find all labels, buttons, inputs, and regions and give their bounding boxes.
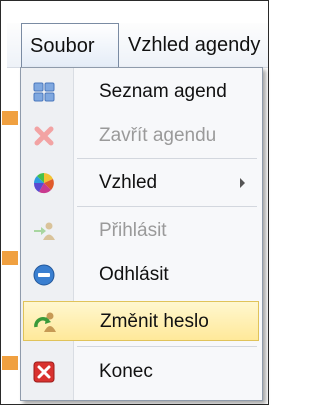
menu-item-label: Odhlásit (99, 264, 169, 285)
menu-item-vzhled[interactable]: Vzhled (23, 163, 259, 203)
grid-icon (33, 82, 55, 102)
menu-item-konec[interactable]: Konec (23, 352, 259, 392)
menu-item-label: Přihlásit (99, 220, 167, 241)
menu-item-label: Zavřít agendu (99, 125, 217, 146)
window-frame: Soubor Vzhled agendy Seznam agend Zavřít… (0, 0, 269, 405)
menu-item-prihlasit[interactable]: Přihlásit (23, 211, 259, 251)
menu-item-label: Seznam agend (99, 81, 227, 102)
login-icon (34, 222, 55, 240)
menu-item-zmenit-heslo[interactable]: Změnit heslo (23, 301, 259, 341)
menu-item-label: Změnit heslo (100, 311, 209, 332)
background-row-marker (2, 251, 18, 265)
background-row-marker (2, 356, 18, 370)
menu-item-label: Vzhled (99, 172, 158, 193)
close-icon (34, 126, 54, 146)
soubor-dropdown-menu: Seznam agend Zavřít agendu Vzhled Přihlá… (20, 67, 263, 401)
color-wheel-icon (33, 173, 54, 194)
menu-item-zavrit-agendu[interactable]: Zavřít agendu (23, 116, 259, 156)
menu-item-odhlasit[interactable]: Odhlásit (23, 255, 259, 295)
menu-separator (77, 158, 257, 159)
logout-icon (33, 264, 55, 286)
menu-item-seznam-agend[interactable]: Seznam agend (23, 72, 259, 112)
menu-bar: Soubor Vzhled agendy (7, 23, 268, 68)
menu-separator (77, 206, 257, 207)
menu-item-label: Konec (99, 361, 153, 382)
menu-soubor[interactable]: Soubor (21, 23, 119, 68)
menu-vzhled-agendy[interactable]: Vzhled agendy (128, 23, 260, 67)
submenu-arrow-icon (240, 178, 245, 188)
background-row-marker (2, 111, 18, 125)
change-password-icon (34, 312, 56, 332)
exit-icon (33, 361, 55, 383)
menu-separator (77, 346, 257, 347)
